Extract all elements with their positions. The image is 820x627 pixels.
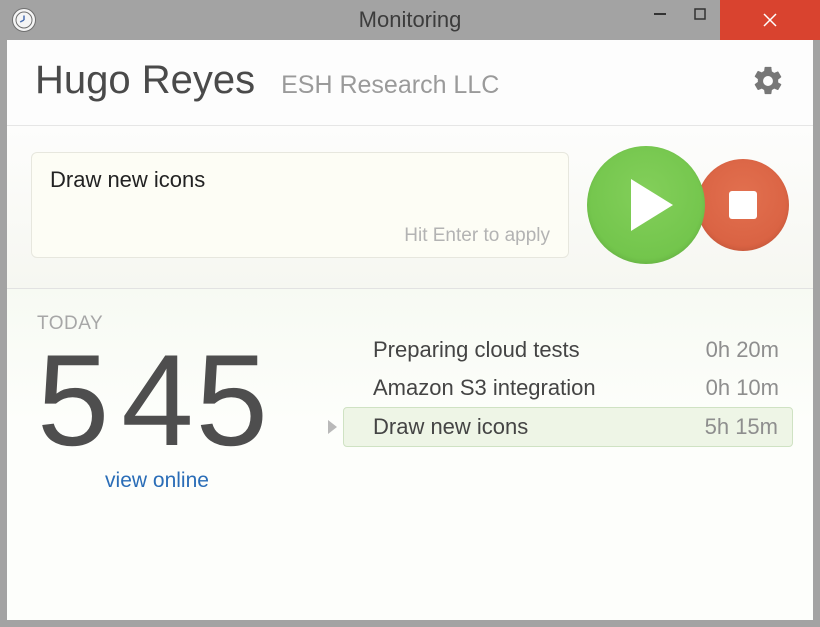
today-hours: 5 [37,327,111,473]
window-controls [640,0,820,40]
task-list: Preparing cloud tests 0h 20m Amazon S3 int… [343,331,793,447]
today-section: TODAY 545 view online Preparing cloud te… [7,289,813,620]
today-summary: TODAY 545 view online [37,313,337,610]
stop-button[interactable] [697,159,789,251]
task-duration: 0h 20m [706,337,779,363]
task-name: Draw new icons [373,414,528,440]
header: Hugo Reyes ESH Research LLC [7,40,813,126]
app-window: Monitoring Hugo Reyes ESH Research LLC [0,0,820,627]
maximize-button[interactable] [680,0,720,28]
view-online-link[interactable]: view online [37,469,277,493]
task-input[interactable] [50,167,550,193]
task-duration: 0h 10m [706,375,779,401]
task-input-hint: Hit Enter to apply [404,207,550,247]
close-button[interactable] [720,0,820,40]
task-list-container: Preparing cloud tests 0h 20m Amazon S3 int… [337,313,793,610]
task-name: Preparing cloud tests [373,337,580,363]
task-input-container[interactable]: Hit Enter to apply [31,152,569,258]
today-total-time: 545 [37,335,337,465]
task-name: Amazon S3 integration [373,375,596,401]
task-item[interactable]: Amazon S3 integration 0h 10m [343,369,793,407]
company-name: ESH Research LLC [281,71,499,100]
today-minutes: 45 [121,327,270,473]
titlebar: Monitoring [0,0,820,40]
task-duration: 5h 15m [705,414,778,440]
play-button[interactable] [587,146,705,264]
task-item[interactable]: Preparing cloud tests 0h 20m [343,331,793,369]
settings-button[interactable] [751,64,785,98]
task-item[interactable]: Draw new icons 5h 15m [343,407,793,447]
task-input-row: Hit Enter to apply [7,126,813,289]
minimize-button[interactable] [640,0,680,28]
user-name: Hugo Reyes [35,58,255,103]
clock-icon [12,8,36,32]
